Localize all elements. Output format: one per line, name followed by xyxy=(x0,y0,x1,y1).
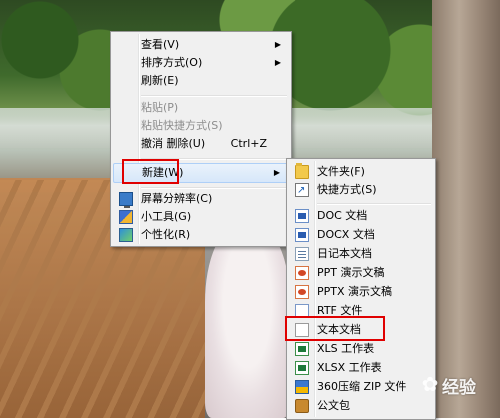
tree-trunk xyxy=(432,0,500,418)
menu-item-paste[interactable]: 粘贴(P) xyxy=(113,99,289,117)
submenu-item-label: 快捷方式(S) xyxy=(317,183,377,196)
zip-icon xyxy=(295,380,309,394)
person-in-dress xyxy=(205,225,290,418)
submenu-item-shortcut[interactable]: 快捷方式(S) xyxy=(289,181,433,200)
submenu-item-journal[interactable]: 日记本文档 xyxy=(289,245,433,263)
watermark-text: 经验 xyxy=(442,378,476,398)
menu-item-label: 屏幕分辨率(C) xyxy=(141,192,213,205)
desktop-context-menu: 查看(V) ▶ 排序方式(O) ▶ 刷新(E) 粘贴(P) 粘贴快捷方式(S) … xyxy=(110,31,292,247)
menu-item-label: 查看(V) xyxy=(141,38,180,51)
menu-item-refresh[interactable]: 刷新(E) xyxy=(113,72,289,90)
submenu-item-label: XLS 工作表 xyxy=(317,342,375,355)
submenu-arrow-icon: ▶ xyxy=(273,168,280,177)
annotation-box-new xyxy=(122,159,179,184)
submenu-item-docx[interactable]: DOCX 文档 xyxy=(289,226,433,244)
new-submenu: 文件夹(F) 快捷方式(S) DOC 文档 DOCX 文档 日记本文档 PPT … xyxy=(286,158,436,420)
menu-item-gadgets[interactable]: 小工具(G) xyxy=(113,208,289,226)
word-doc-icon xyxy=(295,209,309,223)
annotation-box-text-document xyxy=(285,316,385,341)
menu-item-label: 粘贴快捷方式(S) xyxy=(141,119,223,132)
submenu-item-label: 360压缩 ZIP 文件 xyxy=(317,380,407,393)
submenu-item-xlsx[interactable]: XLSX 工作表 xyxy=(289,359,433,377)
menu-item-label: 刷新(E) xyxy=(141,74,179,87)
submenu-item-label: XLSX 工作表 xyxy=(317,361,382,374)
menu-item-view[interactable]: 查看(V) ▶ xyxy=(113,36,289,54)
menu-item-shortcut: Ctrl+Z xyxy=(230,137,267,150)
menu-item-undo-delete[interactable]: 撤消 删除(U) Ctrl+Z xyxy=(113,135,289,153)
menu-item-label: 小工具(G) xyxy=(141,210,192,223)
menu-separator xyxy=(317,203,431,205)
submenu-item-label: DOCX 文档 xyxy=(317,228,375,241)
submenu-arrow-icon: ▶ xyxy=(274,58,281,67)
folder-icon xyxy=(295,163,309,179)
display-icon xyxy=(119,192,133,208)
submenu-item-briefcase[interactable]: 公文包 xyxy=(289,397,433,415)
submenu-item-label: DOC 文档 xyxy=(317,209,368,222)
ppt-icon xyxy=(295,266,309,280)
briefcase-icon xyxy=(295,399,309,413)
menu-item-sort-by[interactable]: 排序方式(O) ▶ xyxy=(113,54,289,72)
journal-icon xyxy=(295,247,309,261)
menu-item-paste-shortcut[interactable]: 粘贴快捷方式(S) xyxy=(113,117,289,135)
word-docx-icon xyxy=(295,228,309,242)
menu-item-personalize[interactable]: 个性化(R) xyxy=(113,226,289,244)
shortcut-icon xyxy=(295,182,309,200)
submenu-item-label: PPTX 演示文稿 xyxy=(317,285,393,298)
gadget-icon xyxy=(119,210,133,224)
submenu-item-label: 日记本文档 xyxy=(317,247,372,260)
submenu-item-doc[interactable]: DOC 文档 xyxy=(289,207,433,225)
menu-item-label: 个性化(R) xyxy=(141,228,191,241)
submenu-item-folder[interactable]: 文件夹(F) xyxy=(289,163,433,181)
submenu-item-ppt[interactable]: PPT 演示文稿 xyxy=(289,264,433,282)
submenu-item-xls[interactable]: XLS 工作表 xyxy=(289,340,433,358)
menu-separator xyxy=(141,95,287,97)
menu-separator xyxy=(141,187,287,189)
menu-item-screen-resolution[interactable]: 屏幕分辨率(C) xyxy=(113,190,289,208)
paw-logo-icon: ✿ xyxy=(421,372,439,396)
submenu-item-label: 文件夹(F) xyxy=(317,165,365,178)
submenu-item-zip[interactable]: 360压缩 ZIP 文件 xyxy=(289,378,433,396)
watermark: ✿ 经验 xyxy=(418,369,500,399)
menu-item-label: 粘贴(P) xyxy=(141,101,179,114)
pptx-icon xyxy=(295,285,309,299)
menu-item-label: 撤消 删除(U) xyxy=(141,137,206,150)
xlsx-icon xyxy=(295,361,309,375)
personalize-icon xyxy=(119,228,133,242)
xls-icon xyxy=(295,342,309,356)
submenu-item-pptx[interactable]: PPTX 演示文稿 xyxy=(289,283,433,301)
submenu-item-label: PPT 演示文稿 xyxy=(317,266,385,279)
submenu-item-label: 公文包 xyxy=(317,399,350,412)
menu-item-label: 排序方式(O) xyxy=(141,56,203,69)
submenu-arrow-icon: ▶ xyxy=(274,40,281,49)
